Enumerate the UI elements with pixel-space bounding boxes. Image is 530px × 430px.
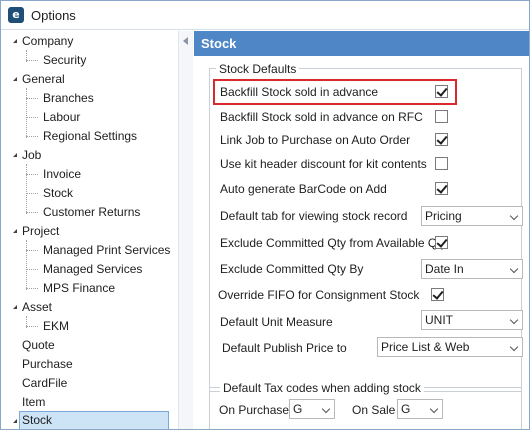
override-fifo-label: Override FIFO for Consignment Stock xyxy=(218,288,420,302)
tree-item-cardfile[interactable]: CardFile xyxy=(1,374,171,393)
expand-arrow-icon[interactable] xyxy=(8,32,16,51)
override-fifo-checkbox[interactable] xyxy=(431,288,444,301)
collapse-left-icon[interactable] xyxy=(183,37,188,45)
kit-header-discount-checkbox[interactable] xyxy=(435,157,448,170)
default-unit-measure-value: UNIT xyxy=(425,313,453,327)
default-publish-price-select[interactable]: Price List & Web xyxy=(377,337,523,357)
tree-item-managed-print-services[interactable]: Managed Print Services xyxy=(1,241,171,260)
stock-defaults-title: Stock Defaults xyxy=(216,62,300,76)
tree-item-quote[interactable]: Quote xyxy=(1,336,171,355)
expand-arrow-icon[interactable] xyxy=(8,70,16,89)
tree-item-managed-services[interactable]: Managed Services xyxy=(1,260,171,279)
default-publish-price-label: Default Publish Price to xyxy=(222,341,347,355)
tree-item-invoice[interactable]: Invoice xyxy=(1,165,171,184)
chevron-down-icon xyxy=(429,404,439,414)
auto-barcode-label: Auto generate BarCode on Add xyxy=(220,182,387,196)
expand-arrow-icon[interactable] xyxy=(8,298,16,317)
link-job-purchase-checkbox[interactable] xyxy=(435,133,448,146)
chevron-down-icon xyxy=(509,315,519,325)
on-purchase-select[interactable]: G xyxy=(289,399,335,419)
window-title: Options xyxy=(31,8,76,23)
expand-arrow-icon[interactable] xyxy=(8,412,16,429)
tax-codes-title: Default Tax codes when adding stock xyxy=(220,381,424,395)
exclude-committed-label: Exclude Committed Qty from Available Qty xyxy=(220,236,447,250)
tree-item-branches[interactable]: Branches xyxy=(1,89,171,108)
on-sale-label: On Sale xyxy=(352,403,396,417)
on-sale-select[interactable]: G xyxy=(397,399,443,419)
default-unit-measure-label: Default Unit Measure xyxy=(220,315,333,329)
tree-item-mps-finance[interactable]: MPS Finance xyxy=(1,279,171,298)
expand-arrow-icon[interactable] xyxy=(8,222,16,241)
options-window: e Options Company Security General Branc… xyxy=(0,0,530,430)
default-tab-label: Default tab for viewing stock record xyxy=(220,209,408,223)
tree-item-security[interactable]: Security xyxy=(1,51,171,70)
tree-item-regional-settings[interactable]: Regional Settings xyxy=(1,127,171,146)
exclude-committed-by-label: Exclude Committed Qty By xyxy=(220,262,364,276)
title-bar: e Options xyxy=(1,1,529,30)
auto-barcode-checkbox[interactable] xyxy=(435,182,448,195)
default-unit-measure-select[interactable]: UNIT xyxy=(421,310,523,330)
tree-item-ekm[interactable]: EKM xyxy=(1,317,171,336)
chevron-down-icon xyxy=(321,404,331,414)
options-tree[interactable]: Company Security General Branches Labour… xyxy=(1,31,178,429)
tree-item-job-stock[interactable]: Stock xyxy=(1,184,171,203)
exclude-committed-by-value: Date In xyxy=(425,262,464,276)
tree-item-project[interactable]: Project xyxy=(1,222,171,241)
on-purchase-label: On Purchase xyxy=(219,403,290,417)
tree-item-job[interactable]: Job xyxy=(1,146,171,165)
on-purchase-value: G xyxy=(293,402,303,416)
chevron-down-icon xyxy=(509,264,519,274)
link-job-purchase-label: Link Job to Purchase on Auto Order xyxy=(220,133,411,147)
backfill-stock-rfc-checkbox[interactable] xyxy=(435,110,448,123)
backfill-stock-checkbox[interactable] xyxy=(435,85,448,98)
backfill-stock-label: Backfill Stock sold in advance xyxy=(220,85,379,99)
backfill-stock-rfc-label: Backfill Stock sold in advance on RFC xyxy=(220,110,423,124)
chevron-down-icon xyxy=(509,211,519,221)
tree-item-general[interactable]: General xyxy=(1,70,171,89)
tree-item-stock[interactable]: Stock xyxy=(1,411,171,429)
expand-arrow-icon[interactable] xyxy=(8,146,16,165)
on-sale-value: G xyxy=(401,402,411,416)
app-logo-icon: e xyxy=(8,7,24,23)
chevron-down-icon xyxy=(509,342,519,352)
tree-item-customer-returns[interactable]: Customer Returns xyxy=(1,203,171,222)
tree-item-purchase[interactable]: Purchase xyxy=(1,355,171,374)
splitter-bar[interactable] xyxy=(178,31,193,429)
tree-item-asset[interactable]: Asset xyxy=(1,298,171,317)
default-tab-select[interactable]: Pricing xyxy=(421,206,523,226)
tree-item-company[interactable]: Company xyxy=(1,32,171,51)
panel-header: Stock xyxy=(194,31,529,56)
tree-item-item[interactable]: Item xyxy=(1,393,171,412)
exclude-committed-by-select[interactable]: Date In xyxy=(421,259,523,279)
tree-item-labour[interactable]: Labour xyxy=(1,108,171,127)
default-publish-price-value: Price List & Web xyxy=(381,340,470,354)
kit-header-discount-label: Use kit header discount for kit contents xyxy=(220,157,427,171)
stock-settings-panel: Stock Stock Defaults Backfill Stock sold… xyxy=(194,31,529,429)
exclude-committed-checkbox[interactable] xyxy=(435,236,448,249)
default-tab-value: Pricing xyxy=(425,209,462,223)
